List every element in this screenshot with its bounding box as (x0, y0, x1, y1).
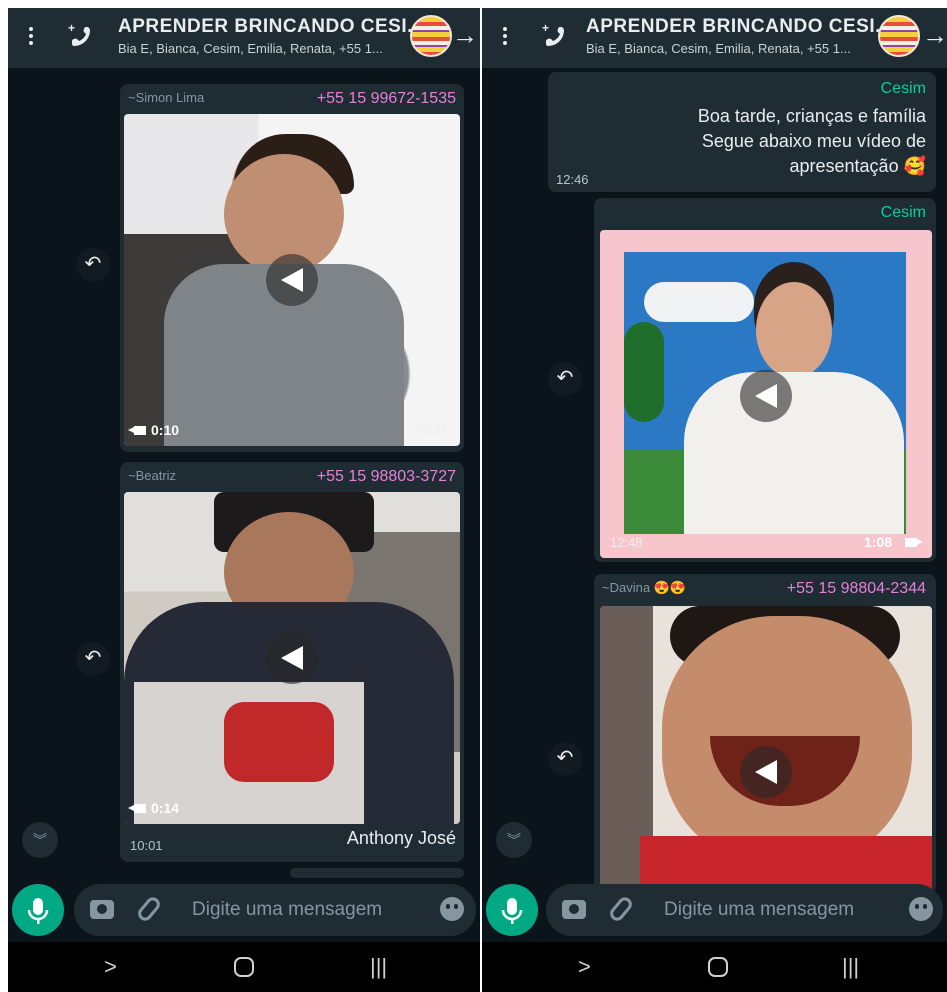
forward-icon[interactable]: ↶ (548, 362, 582, 396)
forward-icon[interactable]: ↶ (548, 742, 582, 776)
play-icon[interactable] (266, 254, 318, 306)
svg-text:+: + (68, 22, 75, 35)
message-pushname: ~Davina 😍😍 (602, 580, 687, 595)
play-icon[interactable] (740, 746, 792, 798)
nav-recents-icon[interactable]: ||| (370, 954, 387, 980)
forward-icon[interactable]: ↶ (76, 248, 110, 282)
message-pushname: ~Beatriz (128, 468, 177, 483)
message-line: Boa tarde, crianças e família (697, 106, 926, 126)
nav-home-icon[interactable] (708, 957, 728, 977)
nav-back-icon[interactable]: > (104, 954, 117, 980)
message-sender[interactable]: +55 15 98804-2344 (787, 580, 926, 598)
input-bar: Digite uma mensagem (482, 878, 947, 940)
video-message[interactable]: ~Davina 😍😍 +55 15 98804-2344 (594, 574, 936, 896)
group-avatar[interactable] (410, 15, 452, 57)
message-input[interactable]: Digite uma mensagem (74, 884, 476, 936)
more-vert-icon[interactable] (498, 24, 512, 50)
next-message-edge (290, 868, 464, 878)
message-time: 10:01 (130, 838, 163, 853)
camera-icon[interactable] (90, 900, 114, 919)
arrow-icon[interactable]: → (452, 22, 478, 48)
message-pushname: ~Simon Lima (128, 90, 205, 105)
message-sender[interactable]: +55 15 98803-3727 (317, 468, 456, 486)
message-time: 09:41 (415, 423, 448, 438)
right-chat-panel: + APRENDER BRINCANDO CESI... Bia E, Bian… (482, 8, 947, 992)
mic-icon[interactable] (12, 884, 64, 936)
forward-icon[interactable]: ↶ (76, 642, 110, 676)
add-call-icon[interactable]: + (540, 21, 566, 53)
chat-header: + APRENDER BRINCANDO CESI... Bia E, Bian… (482, 8, 947, 68)
play-icon[interactable] (740, 370, 792, 422)
paperclip-icon[interactable] (135, 894, 163, 924)
video-thumbnail[interactable] (600, 606, 932, 896)
video-message[interactable]: ~Simon Lima +55 15 99672-1535 0:10 09:41 (120, 84, 464, 452)
nav-home-icon[interactable] (234, 957, 254, 977)
message-sender[interactable]: Cesim (881, 204, 926, 222)
video-camera-icon (128, 803, 146, 813)
video-thumbnail[interactable]: 0:14 (124, 492, 460, 824)
system-nav-bar: > ||| (482, 942, 947, 992)
video-thumbnail[interactable]: 0:10 09:41 (124, 114, 460, 446)
message-body: Boa tarde, crianças e família Segue abai… (698, 104, 926, 179)
paperclip-icon[interactable] (607, 894, 635, 924)
video-message[interactable]: ~Beatriz +55 15 98803-3727 0:14 Anthony … (120, 462, 464, 862)
video-message[interactable]: Cesim 1:08 12:48 (594, 198, 936, 562)
arrow-icon[interactable]: → (922, 22, 947, 48)
emoji-icon[interactable] (909, 897, 933, 921)
nav-recents-icon[interactable]: ||| (842, 954, 859, 980)
group-participants[interactable]: Bia E, Bianca, Cesim, Emilia, Renata, +5… (586, 41, 851, 56)
message-line: apresentação 🥰 (789, 156, 927, 176)
message-placeholder: Digite uma mensagem (664, 899, 855, 920)
play-icon[interactable] (266, 632, 318, 684)
more-vert-icon[interactable] (24, 24, 38, 50)
video-duration: 0:10 (151, 422, 180, 438)
camera-icon[interactable] (562, 900, 586, 919)
group-title[interactable]: APRENDER BRINCANDO CESI... (118, 16, 424, 38)
group-avatar[interactable] (878, 15, 920, 57)
add-call-icon[interactable]: + (66, 21, 92, 53)
message-time: 12:46 (556, 172, 589, 187)
left-chat-panel: + APRENDER BRINCANDO CESI... Bia E, Bian… (8, 8, 480, 992)
message-placeholder: Digite uma mensagem (192, 899, 383, 920)
video-thumbnail[interactable]: 1:08 12:48 (600, 230, 932, 558)
double-chevron-down-icon[interactable]: ︾ (496, 822, 532, 858)
video-caption: Anthony José (346, 828, 456, 848)
mic-icon[interactable] (486, 884, 538, 936)
group-title[interactable]: APRENDER BRINCANDO CESI... (586, 16, 892, 38)
video-camera-icon (128, 425, 146, 435)
chat-header: + APRENDER BRINCANDO CESI... Bia E, Bian… (8, 8, 480, 68)
video-duration: 1:08 (864, 534, 893, 550)
message-sender[interactable]: Cesim (881, 80, 926, 98)
double-chevron-down-icon[interactable]: ︾ (22, 822, 58, 858)
message-time: 12:48 (610, 535, 643, 550)
nav-back-icon[interactable]: > (578, 954, 591, 980)
message-sender[interactable]: +55 15 99672-1535 (317, 90, 456, 108)
video-camera-icon (905, 537, 918, 547)
text-message[interactable]: Cesim Boa tarde, crianças e família Segu… (548, 72, 936, 192)
message-input[interactable]: Digite uma mensagem (546, 884, 943, 936)
message-line: Segue abaixo meu vídeo de (701, 131, 926, 151)
system-nav-bar: > ||| (8, 942, 480, 992)
group-participants[interactable]: Bia E, Bianca, Cesim, Emilia, Renata, +5… (118, 41, 383, 56)
video-duration: 0:14 (151, 800, 180, 816)
emoji-icon[interactable] (440, 897, 464, 921)
input-bar: Digite uma mensagem (8, 878, 480, 940)
svg-text:+: + (542, 22, 549, 35)
